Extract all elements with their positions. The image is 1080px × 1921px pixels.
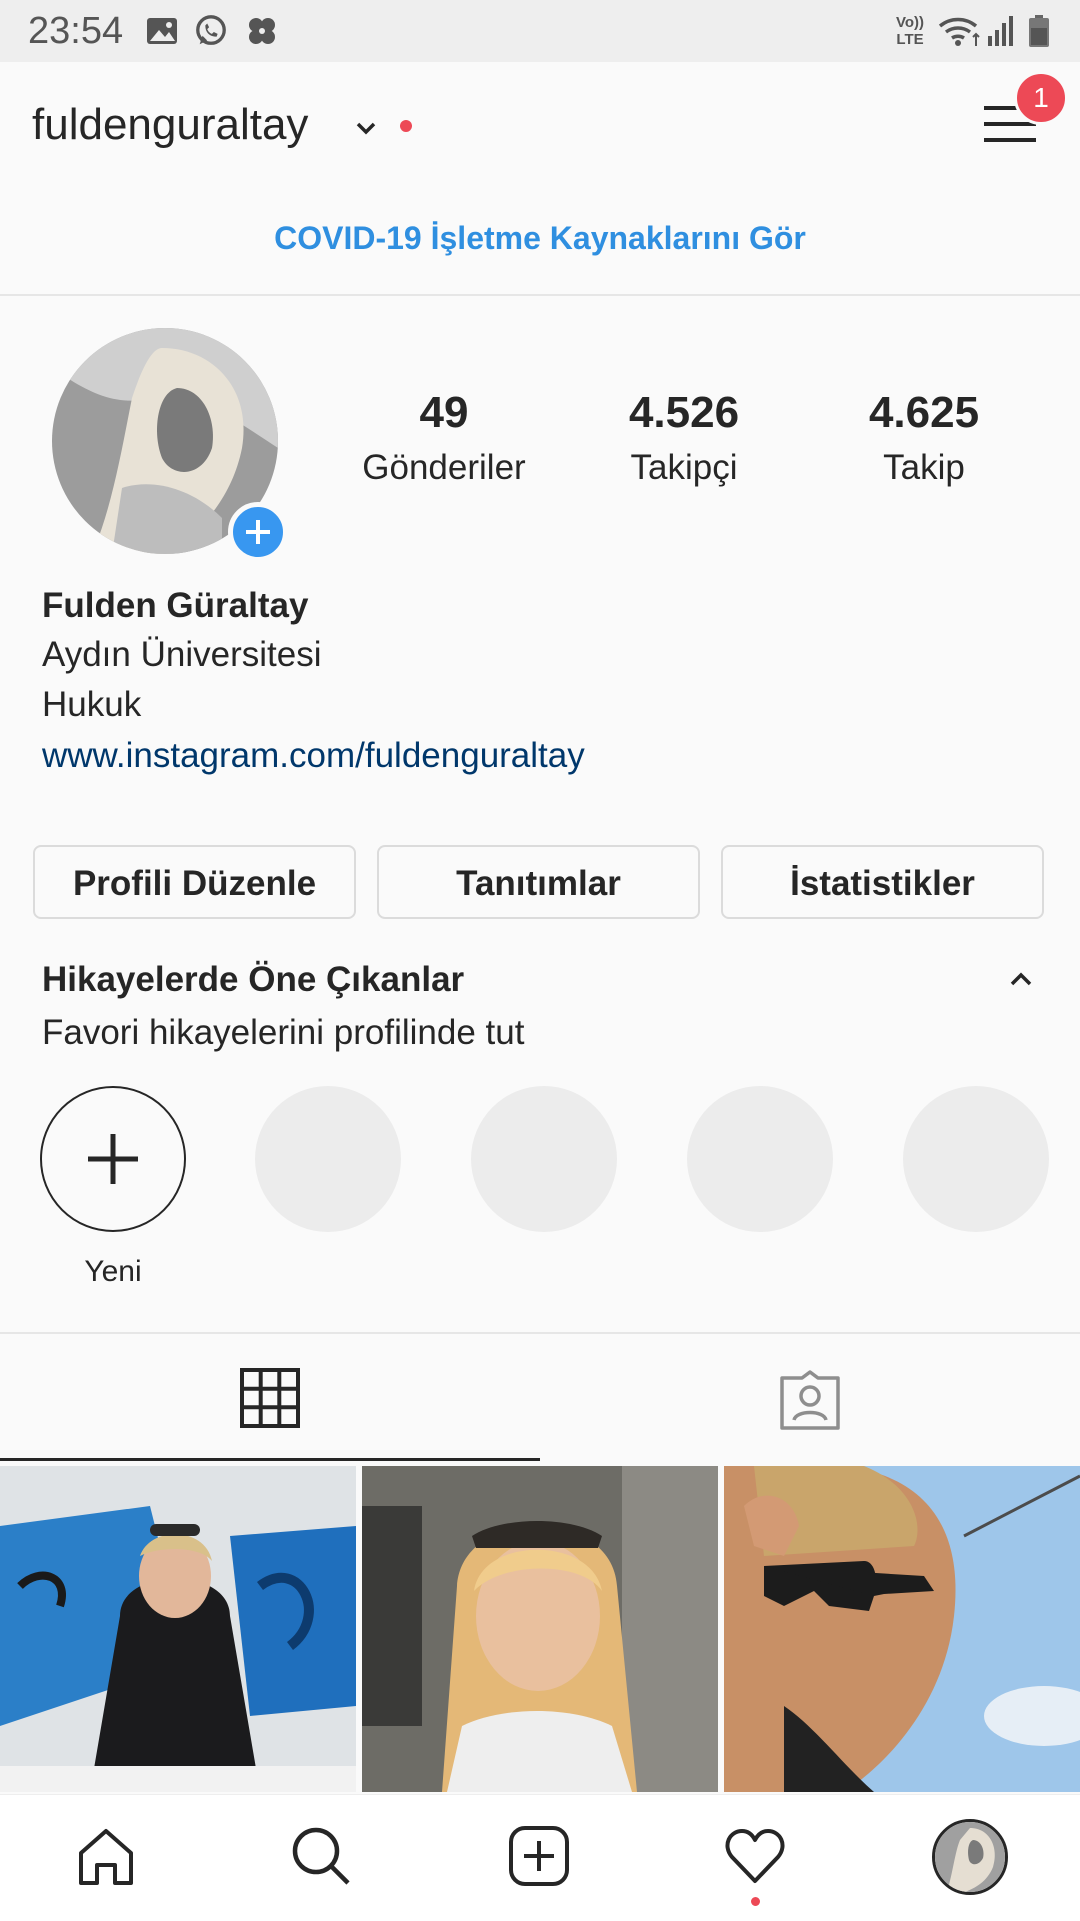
- new-highlight-button[interactable]: [40, 1086, 186, 1232]
- new-highlight-label: Yeni: [84, 1255, 142, 1288]
- tab-grid[interactable]: [0, 1334, 540, 1461]
- status-bar: 23:54 Vo)) LTE: [0, 0, 1080, 62]
- stat-posts[interactable]: 49 Gönderiler: [344, 388, 544, 488]
- bio-line: Aydın Üniversitesi: [42, 635, 322, 674]
- unread-dot: [400, 120, 412, 132]
- tagged-icon: [780, 1370, 840, 1430]
- status-time: 23:54: [28, 10, 124, 52]
- account-switcher-username[interactable]: fuldenguraltay: [32, 100, 308, 150]
- highlight-placeholder: [471, 1086, 617, 1232]
- bio-line: Hukuk: [42, 685, 142, 724]
- highlight-placeholder: [903, 1086, 1049, 1232]
- home-icon[interactable]: [75, 1825, 137, 1887]
- profile-avatar[interactable]: [932, 1819, 1008, 1895]
- website-link[interactable]: www.instagram.com/fuldenguraltay: [42, 736, 585, 776]
- active-tab-indicator: [0, 1458, 540, 1461]
- plus-icon: [88, 1134, 138, 1184]
- activity-heart-icon[interactable]: [724, 1827, 786, 1885]
- insights-button[interactable]: İstatistikler: [721, 845, 1044, 919]
- stat-posts-value: 49: [419, 388, 469, 437]
- signal-icon: [988, 16, 1013, 46]
- profile-header: fuldenguraltay 1: [0, 62, 1080, 182]
- volte-icon: Vo)) LTE: [895, 14, 925, 48]
- chevron-up-icon[interactable]: [1006, 966, 1036, 992]
- add-post-icon[interactable]: [508, 1825, 570, 1887]
- plus-icon: [246, 520, 270, 544]
- promotions-button[interactable]: Tanıtımlar: [377, 845, 700, 919]
- whatsapp-icon: [196, 15, 226, 45]
- wifi-icon: [938, 17, 980, 46]
- bottom-navigation: [0, 1794, 1080, 1921]
- grid-icon: [240, 1368, 300, 1428]
- stat-following[interactable]: 4.625 Takip: [824, 388, 1024, 488]
- tab-tagged[interactable]: [540, 1334, 1080, 1458]
- profile-name: Fulden Güraltay: [42, 586, 309, 625]
- stat-following-label: Takip: [883, 448, 965, 487]
- notification-badge: 1: [1014, 71, 1068, 125]
- chevron-down-icon[interactable]: [352, 114, 380, 142]
- stat-following-value: 4.625: [868, 388, 980, 437]
- activity-dot: [751, 1897, 760, 1906]
- add-story-button[interactable]: [228, 502, 288, 562]
- search-icon[interactable]: [290, 1825, 352, 1887]
- highlight-placeholder: [687, 1086, 833, 1232]
- profile-tab-bar: [0, 1332, 1080, 1462]
- highlight-placeholder: [255, 1086, 401, 1232]
- battery-icon: [1029, 15, 1049, 47]
- highlights-title: Hikayelerde Öne Çıkanlar: [42, 960, 465, 999]
- stat-followers[interactable]: 4.526 Takipçi: [584, 388, 784, 488]
- covid-resources-link[interactable]: COVID-19 İşletme Kaynaklarını Gör: [0, 220, 1080, 257]
- stat-followers-value: 4.526: [628, 388, 740, 437]
- stat-followers-label: Takipçi: [630, 448, 738, 487]
- post-thumbnail[interactable]: [724, 1466, 1080, 1792]
- post-thumbnail[interactable]: [0, 1466, 356, 1792]
- covid-banner: COVID-19 İşletme Kaynaklarını Gör: [0, 182, 1080, 296]
- image-icon: [147, 18, 177, 44]
- post-thumbnail[interactable]: [362, 1466, 718, 1792]
- pinwheel-icon: [249, 18, 275, 44]
- highlights-subtitle: Favori hikayelerini profilinde tut: [42, 1013, 525, 1052]
- stat-posts-label: Gönderiler: [362, 448, 526, 487]
- edit-profile-button[interactable]: Profili Düzenle: [33, 845, 356, 919]
